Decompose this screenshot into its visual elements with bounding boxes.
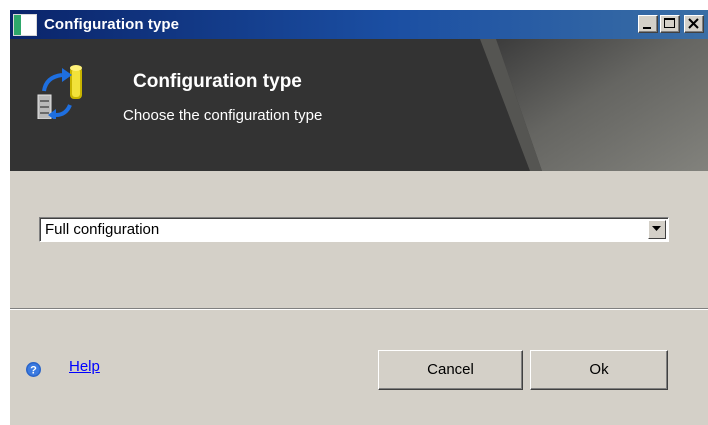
svg-text:?: ? — [30, 365, 37, 377]
header-decoration — [480, 39, 708, 171]
cancel-button[interactable]: Cancel — [378, 350, 523, 390]
footer-divider — [10, 308, 708, 310]
header-subtitle: Choose the configuration type — [123, 107, 323, 124]
window-title: Configuration type — [44, 16, 180, 33]
ok-button-label: Ok — [589, 361, 609, 378]
header-title: Configuration type — [133, 71, 302, 92]
help-icon[interactable]: ? — [26, 362, 41, 377]
app-icon — [13, 14, 37, 36]
database-sync-icon — [37, 65, 82, 119]
close-icon — [688, 18, 699, 29]
dialog-header: Configuration type Choose the configurat… — [10, 39, 708, 171]
help-link[interactable]: Help — [69, 358, 100, 375]
configuration-type-value: Full configuration — [45, 221, 160, 238]
maximize-button[interactable] — [660, 15, 680, 33]
configuration-type-dialog: Configuration type Configuration type Ch… — [10, 10, 708, 425]
maximize-icon — [664, 18, 675, 28]
chevron-down-icon — [652, 226, 661, 231]
ok-button[interactable]: Ok — [530, 350, 668, 390]
close-button[interactable] — [684, 15, 704, 33]
dropdown-arrow-button[interactable] — [648, 220, 666, 239]
cancel-button-label: Cancel — [427, 361, 474, 378]
configuration-type-dropdown[interactable]: Full configuration — [39, 217, 669, 242]
minimize-icon — [643, 27, 651, 29]
title-bar[interactable]: Configuration type — [10, 10, 708, 39]
minimize-button[interactable] — [638, 15, 658, 33]
